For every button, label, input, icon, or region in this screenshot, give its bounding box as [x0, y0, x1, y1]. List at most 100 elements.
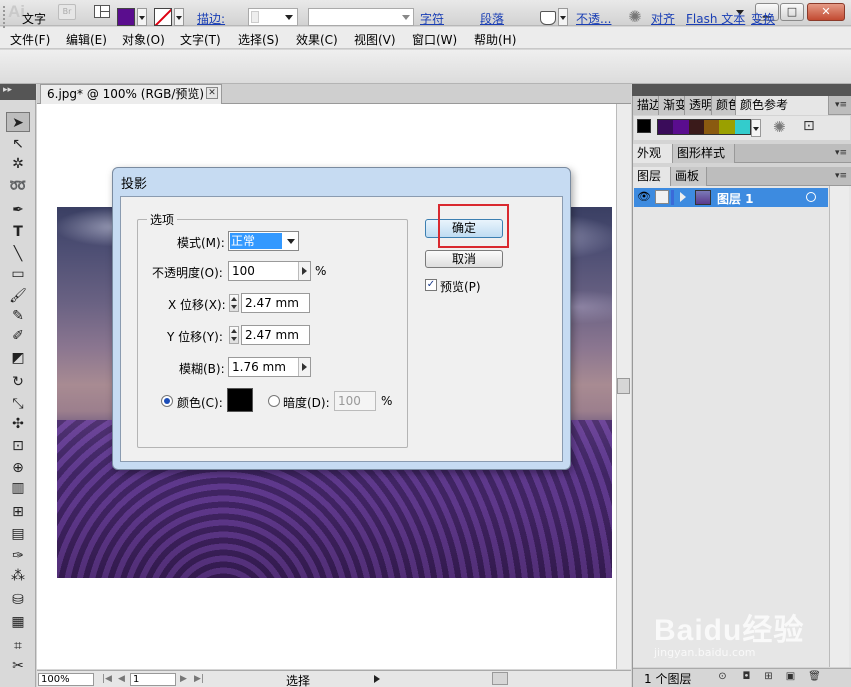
next-artboard-icon[interactable]: ▶ [180, 674, 187, 684]
x-offset-field[interactable]: 2.47 mm [241, 293, 310, 313]
delete-layer-icon[interactable]: 🗑 [808, 671, 821, 683]
menu-type[interactable]: 文字(T) [180, 31, 221, 48]
line-tool-icon[interactable]: ╲ [6, 244, 30, 264]
make-clipping-mask-icon[interactable]: ◘ [740, 671, 753, 683]
status-tool-label[interactable]: 选择 [286, 672, 310, 687]
tab-appearance[interactable]: 外观 [633, 144, 673, 163]
rotate-tool-icon[interactable]: ↻ [6, 372, 30, 392]
darkness-radio[interactable] [268, 395, 280, 407]
fill-color-swatch[interactable] [117, 8, 135, 26]
close-button[interactable]: ✕ [807, 3, 845, 21]
harmony-swatches[interactable] [657, 119, 751, 135]
harmony-swatch[interactable] [703, 120, 720, 134]
zoom-level-select[interactable]: 100% [38, 673, 94, 686]
mesh-tool-icon[interactable]: ⊞ [6, 502, 30, 522]
paintbrush-tool-icon[interactable]: 🖌 [6, 286, 30, 306]
tab-artboards[interactable]: 画板 [671, 167, 707, 186]
warp-tool-icon[interactable]: ✣ [6, 414, 30, 434]
x-offset-stepper[interactable] [229, 294, 239, 312]
gradient-tool-icon[interactable]: ▤ [6, 524, 30, 544]
blend-tool-icon[interactable]: ⁂ [6, 566, 30, 586]
menu-select[interactable]: 选择(S) [238, 31, 279, 48]
stroke-dropdown-chevron-icon[interactable] [174, 8, 184, 26]
menu-view[interactable]: 视图(V) [354, 31, 396, 48]
scale-tool-icon[interactable]: ⤡ [6, 394, 30, 414]
edit-colors-icon[interactable]: ✺ [773, 118, 786, 136]
stroke-weight-stepper[interactable] [251, 11, 259, 23]
opacity-panel-link[interactable]: 不透... [576, 10, 611, 27]
envelope-distort-icon[interactable] [538, 9, 558, 25]
harmony-swatch[interactable] [673, 120, 689, 134]
tools-panel-header[interactable]: ▸▸ [0, 84, 36, 100]
pen-tool-icon[interactable]: ✒ [6, 200, 30, 220]
free-transform-tool-icon[interactable]: ⊡ [6, 436, 30, 456]
paragraph-panel-link[interactable]: 段落 [480, 10, 504, 27]
layer-target-icon[interactable] [806, 192, 816, 202]
artboard-tool-icon[interactable]: ⌗ [6, 636, 30, 656]
previous-artboard-icon[interactable]: ◀ [118, 674, 125, 684]
harmony-swatch[interactable] [658, 120, 674, 134]
envelope-dropdown-chevron-icon[interactable] [558, 8, 568, 26]
maximize-button[interactable]: □ [780, 3, 804, 21]
magic-wand-tool-icon[interactable]: ✲ [6, 154, 30, 174]
menu-effect[interactable]: 效果(C) [296, 31, 338, 48]
harmony-swatch[interactable] [719, 120, 735, 134]
align-panel-link[interactable]: 对齐 [651, 10, 675, 27]
panel-menu-icon[interactable]: ▾≡ [835, 171, 847, 181]
harmony-swatch[interactable] [688, 120, 704, 134]
document-tab[interactable]: 6.jpg* @ 100% (RGB/预览) [40, 84, 222, 104]
tab-transparency[interactable]: 透明 [685, 96, 712, 115]
darkness-field[interactable]: 100 [334, 391, 376, 411]
harmony-rules-chevron-icon[interactable] [751, 119, 761, 137]
locate-object-icon[interactable]: ⊙ [716, 671, 729, 683]
artboard-number-select[interactable]: 1 [130, 673, 176, 686]
preview-label[interactable]: 预览(P) [440, 278, 481, 295]
stroke-none-swatch[interactable] [154, 8, 172, 26]
menu-object[interactable]: 对象(O) [122, 31, 165, 48]
pencil-tool-icon[interactable]: ✎ [6, 306, 30, 326]
base-color-swatch[interactable] [637, 119, 651, 133]
color-radio[interactable] [161, 395, 173, 407]
first-artboard-icon[interactable]: |◀ [102, 674, 112, 684]
tab-gradient[interactable]: 渐变 [659, 96, 685, 115]
menu-window[interactable]: 窗口(W) [412, 31, 457, 48]
transform-panel-link[interactable]: 变换 [751, 10, 775, 27]
new-sublayer-icon[interactable]: ⊞ [762, 671, 775, 683]
cancel-button[interactable]: 取消 [425, 250, 503, 268]
layers-scrollbar[interactable] [829, 186, 849, 667]
shadow-color-swatch[interactable] [227, 388, 253, 412]
recolor-artwork-icon[interactable]: ✺ [626, 8, 644, 26]
panel-dock-header[interactable] [632, 84, 851, 96]
blend-mode-value[interactable]: 正常 [230, 233, 282, 249]
selection-tool-icon[interactable]: ➤ [6, 112, 30, 132]
stroke-panel-link[interactable]: 描边: [197, 10, 225, 27]
tab-graphic-styles[interactable]: 图形样式 [673, 144, 735, 163]
column-graph-tool-icon[interactable]: ▦ [6, 612, 30, 632]
new-layer-icon[interactable]: ▣ [784, 671, 797, 683]
eyedropper-tool-icon[interactable]: ✑ [6, 546, 30, 566]
eraser-tool-icon[interactable]: ◩ [6, 348, 30, 368]
bridge-button[interactable]: Br [58, 4, 76, 20]
y-offset-field[interactable]: 2.47 mm [241, 325, 310, 345]
character-panel-link[interactable]: 字符 [420, 10, 444, 27]
collapse-icon[interactable]: ▸▸ [3, 85, 12, 95]
tab-color-guide[interactable]: 颜色参考 [736, 96, 829, 115]
lasso-tool-icon[interactable]: ➿ [6, 176, 30, 196]
shape-builder-tool-icon[interactable]: ⊕ [6, 458, 30, 478]
panel-grip[interactable] [3, 6, 9, 28]
close-tab-icon[interactable]: ✕ [206, 87, 218, 99]
blob-brush-tool-icon[interactable]: ✐ [6, 326, 30, 346]
fill-dropdown-chevron-icon[interactable] [137, 8, 147, 26]
expand-arrow-icon[interactable] [680, 192, 686, 202]
vertical-scroll-thumb[interactable] [617, 378, 630, 394]
graph-tool-icon[interactable]: ▥ [6, 478, 30, 498]
flash-text-link[interactable]: Flash 文本 [686, 10, 745, 27]
chevron-down-icon[interactable] [287, 239, 295, 244]
symbol-sprayer-tool-icon[interactable]: ⛁ [6, 590, 30, 610]
lock-toggle[interactable] [655, 190, 669, 204]
rectangle-tool-icon[interactable]: ▭ [6, 264, 30, 284]
panel-menu-icon[interactable]: ▾≡ [835, 148, 847, 158]
horizontal-scroll-thumb[interactable] [492, 672, 508, 685]
direct-selection-tool-icon[interactable]: ↖ [6, 134, 30, 154]
opacity-slider-button[interactable] [298, 262, 310, 280]
